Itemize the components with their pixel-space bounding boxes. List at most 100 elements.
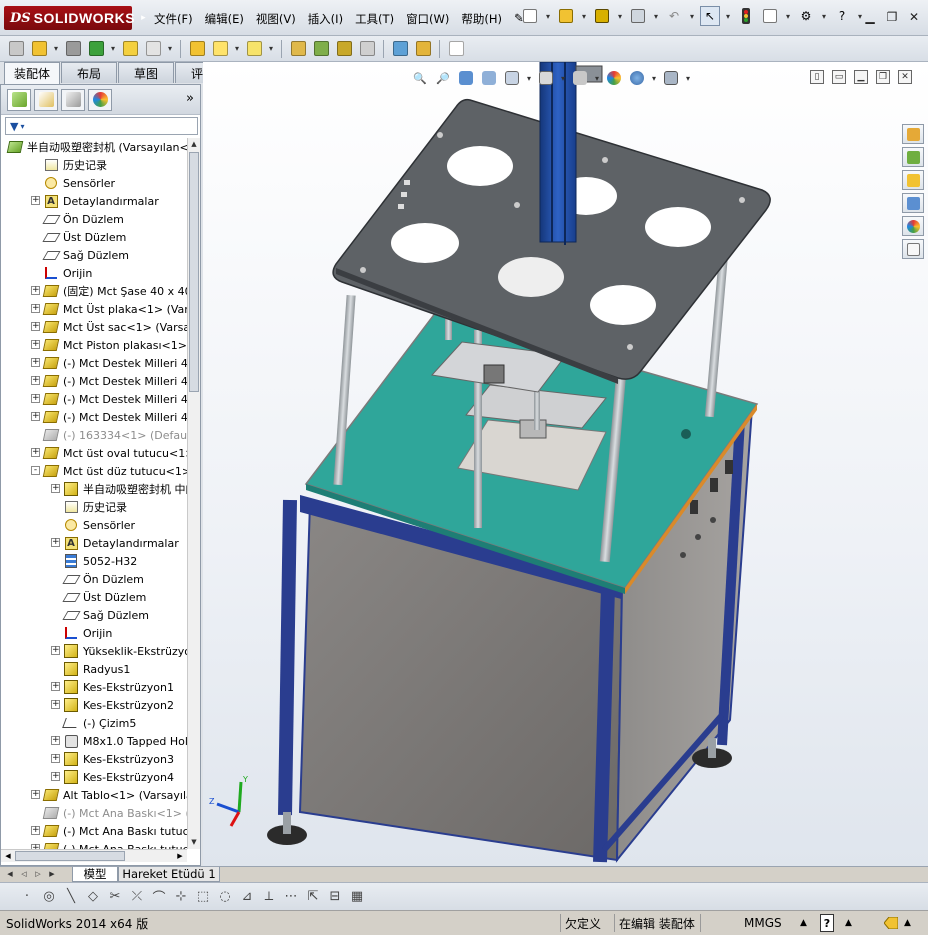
tree-item[interactable]: + Mct Üst plaka<1> (Varsayılan — [1, 300, 187, 318]
expand-icon[interactable]: + — [31, 826, 40, 835]
bill-of-materials-icon[interactable] — [311, 39, 331, 59]
panel-expand-icon[interactable]: » — [186, 91, 194, 106]
tree-item[interactable]: + Kes-Ekstrüzyon1 — [1, 678, 187, 696]
tag-icon[interactable] — [884, 914, 898, 932]
previous-view-icon[interactable] — [456, 68, 476, 88]
tree-item[interactable]: + A Detaylandırmalar — [1, 534, 187, 552]
save-icon[interactable] — [592, 6, 612, 26]
scroll-down-icon[interactable]: ▼ — [188, 836, 200, 849]
tree-item[interactable]: Sağ Düzlem — [1, 246, 187, 264]
tree-item[interactable]: + A Detaylandırmalar — [1, 192, 187, 210]
mirror-icon[interactable]: ⟂ — [260, 888, 278, 906]
file-properties-icon[interactable] — [760, 6, 780, 26]
assembly-features-icon[interactable] — [210, 39, 230, 59]
view-settings-icon[interactable] — [661, 68, 681, 88]
design-library-icon[interactable] — [902, 147, 924, 167]
display-manager-icon[interactable] — [88, 88, 112, 111]
help-caret-icon[interactable]: ▲ — [845, 914, 852, 932]
tree-item[interactable]: Sensörler — [1, 516, 187, 534]
help-icon[interactable]: ? — [832, 6, 852, 26]
tree-item[interactable]: + Alt Tablo<1> (Varsayılan<<\ — [1, 786, 187, 804]
tree-item[interactable]: Orijin — [1, 264, 187, 282]
scroll-left-icon[interactable]: ◀ — [2, 850, 14, 862]
graphics-viewport[interactable]: 🔍 🔎 ▾ ▾ ▾ ▾ ▾ ▯ ▭ ▁ ❐ ✕ Y Z — [203, 62, 928, 866]
tree-item[interactable]: 5052-H32 — [1, 552, 187, 570]
filter-caret-icon[interactable]: ▾ — [20, 122, 24, 131]
tree-item[interactable]: +(-) Mct Ana Baskı tutucu mil< — [1, 822, 187, 840]
move-component-icon[interactable] — [143, 39, 163, 59]
options-gear-icon[interactable]: ⚙ — [796, 6, 816, 26]
last-tab-icon[interactable]: ▶ — [46, 869, 58, 880]
expand-icon[interactable]: + — [31, 412, 40, 421]
expand-icon[interactable]: + — [31, 358, 40, 367]
view-settings-caret-icon[interactable]: ▾ — [684, 74, 692, 83]
orientation-caret-icon[interactable]: ▾ — [525, 74, 533, 83]
tab-assembly[interactable]: 装配体 — [4, 62, 60, 84]
prev-tab-icon[interactable]: ◁ — [18, 869, 30, 880]
tab-model[interactable]: 模型 — [72, 867, 118, 882]
zoom-to-fit-icon[interactable]: 🔍 — [410, 68, 430, 88]
units-caret-icon[interactable]: ▲ — [800, 914, 807, 932]
menu-window[interactable]: 窗口(W) — [400, 9, 455, 29]
features-caret-icon[interactable]: ▾ — [233, 44, 241, 53]
scene-caret-icon[interactable]: ▾ — [650, 74, 658, 83]
tree-item[interactable]: Sensörler — [1, 174, 187, 192]
split-view-icon[interactable]: ▯ — [810, 70, 824, 84]
restore-icon[interactable]: ❐ — [882, 8, 902, 26]
tree-item[interactable]: + (-) Mct Destek Milleri 40 lık<1 — [1, 354, 187, 372]
tree-item[interactable]: - Mct üst düz tutucu<1> (Vars — [1, 462, 187, 480]
reference-caret-icon[interactable]: ▾ — [267, 44, 275, 53]
minimize-icon[interactable]: ▁ — [860, 8, 880, 26]
expand-icon[interactable]: + — [51, 538, 60, 547]
property-manager-icon[interactable] — [34, 88, 58, 111]
take-snapshot-icon[interactable] — [446, 39, 466, 59]
select-cursor-icon[interactable]: ↖ — [700, 6, 720, 26]
tree-item[interactable]: + (-) Mct Destek Milleri 40 lık<3 — [1, 390, 187, 408]
hide-show-caret-icon[interactable]: ▾ — [593, 74, 601, 83]
solidworks-resources-icon[interactable] — [902, 124, 924, 144]
tree-vertical-scrollbar[interactable]: ▲ ▼ — [187, 138, 200, 849]
sketch-table-icon[interactable]: ▦ — [348, 888, 366, 906]
menu-edit[interactable]: 编辑(E) — [199, 9, 250, 29]
tree-horizontal-scrollbar[interactable]: ◀ ▶ — [1, 849, 187, 862]
tree-item[interactable]: 历史记录 — [1, 156, 187, 174]
expand-icon[interactable]: + — [51, 646, 60, 655]
fillet-icon[interactable]: ⌒ — [150, 888, 168, 906]
print-caret-icon[interactable]: ▾ — [652, 12, 660, 21]
tree-item[interactable]: + (固定) Mct Şase 40 x 40 x 4< — [1, 282, 187, 300]
aluminum-column[interactable] — [539, 62, 577, 243]
tree-item[interactable]: (-) Çizim5 — [1, 714, 187, 732]
tree-item[interactable]: Sağ Düzlem — [1, 606, 187, 624]
tree-item[interactable]: +(-) Mct Ana Baskı tutucu mil< — [1, 840, 187, 849]
expand-icon[interactable]: + — [31, 448, 40, 457]
tree-item[interactable]: + (-) Mct Destek Milleri 40 lık<2 — [1, 372, 187, 390]
expand-icon[interactable]: + — [31, 322, 40, 331]
polygon-icon[interactable]: ◇ — [84, 888, 102, 906]
scroll-up-icon[interactable]: ▲ — [188, 138, 200, 151]
reference-geometry-icon[interactable] — [244, 39, 264, 59]
feature-manager-tree-icon[interactable] — [7, 88, 31, 111]
unit-system-selector[interactable]: MMGS — [744, 914, 782, 932]
appearances-icon[interactable] — [902, 216, 924, 236]
trim-icon[interactable]: ✂ — [106, 888, 124, 906]
section-view-icon[interactable] — [479, 68, 499, 88]
tree-item[interactable]: 历史记录 — [1, 498, 187, 516]
tree-item[interactable]: -半自动吸塑密封机 (Varsayılan< — [1, 138, 187, 156]
viewport-close-icon[interactable]: ✕ — [898, 70, 912, 84]
menu-file[interactable]: 文件(F) — [148, 9, 199, 29]
tree-item[interactable]: Üst Düzlem — [1, 588, 187, 606]
linear-sketch-pattern-icon[interactable]: ⋯ — [282, 888, 300, 906]
expand-icon[interactable]: + — [51, 682, 60, 691]
new-document-icon[interactable] — [520, 6, 540, 26]
tree-item[interactable]: Ön Düzlem — [1, 210, 187, 228]
extend-icon[interactable]: ⤫ — [128, 888, 146, 906]
move-caret-icon[interactable]: ▾ — [166, 44, 174, 53]
view-orientation-icon[interactable] — [502, 68, 522, 88]
open-folder-icon[interactable] — [556, 6, 576, 26]
expand-icon[interactable]: + — [31, 394, 40, 403]
hide-show-items-icon[interactable] — [570, 68, 590, 88]
expand-icon[interactable]: + — [51, 772, 60, 781]
move-entities-icon[interactable]: ⇱ — [304, 888, 322, 906]
expand-icon[interactable]: + — [51, 484, 60, 493]
expand-icon[interactable]: + — [31, 286, 40, 295]
